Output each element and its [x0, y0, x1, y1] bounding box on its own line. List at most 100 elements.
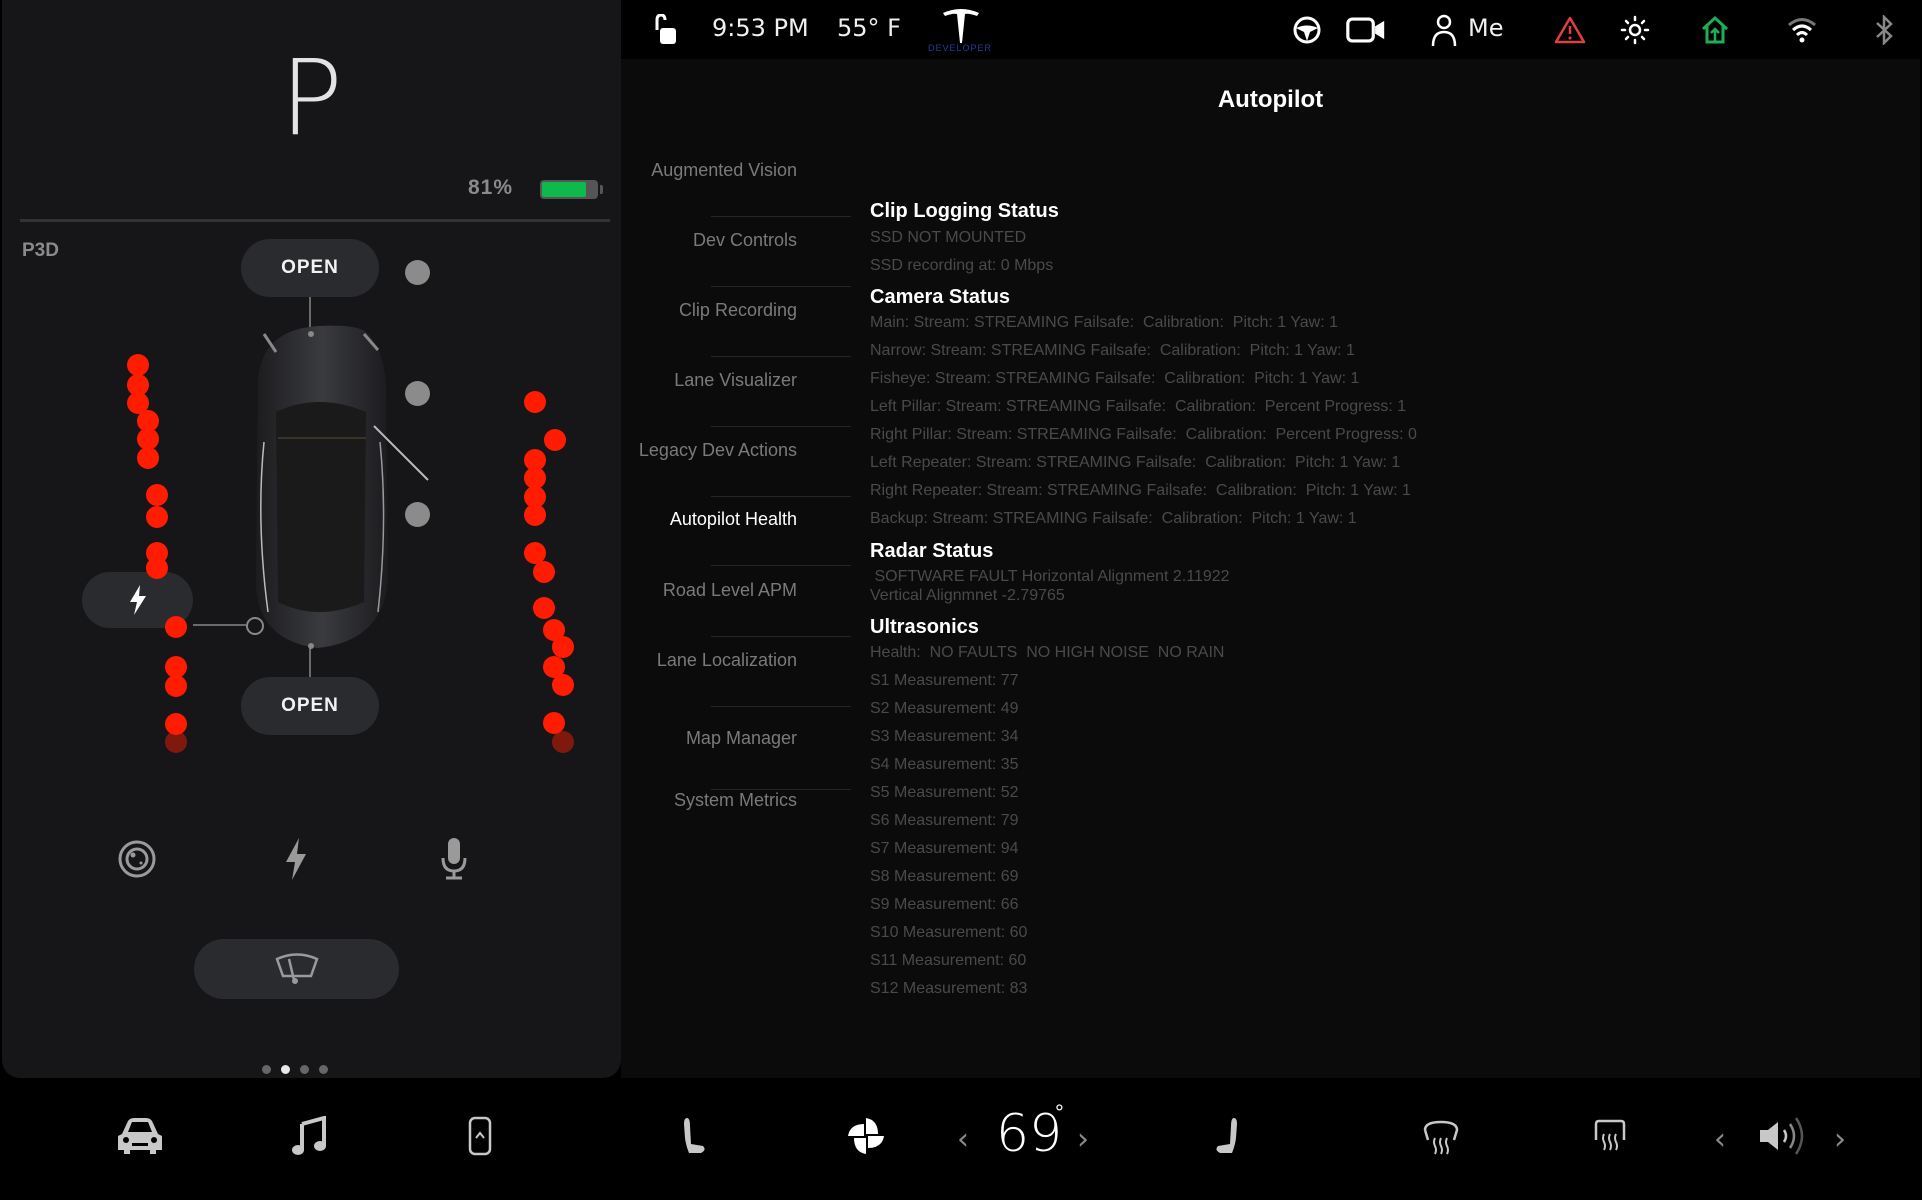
status-line: Right Repeater: Stream: STREAMING Failsa… — [870, 482, 1411, 499]
home-icon — [1701, 15, 1729, 44]
page-title: Autopilot — [1217, 86, 1324, 113]
media-button[interactable] — [280, 1106, 340, 1166]
sidebar-item-clip-recording[interactable]: Clip Recording — [621, 299, 797, 321]
vehicle-panel: P 81% P3D OPEN OPEN — [2, 0, 621, 1078]
chevron-up-box-icon — [468, 1116, 492, 1156]
proximity-dot — [552, 636, 574, 658]
open-frunk-button[interactable]: OPEN — [241, 239, 379, 297]
temp-up-button[interactable]: › — [1077, 1122, 1089, 1157]
page-dot[interactable] — [319, 1065, 328, 1074]
battery-percent: 81% — [467, 176, 513, 199]
climate-fan-button[interactable] — [836, 1106, 896, 1166]
unlocked-icon — [655, 14, 676, 44]
volume-up-button[interactable]: › — [1834, 1122, 1846, 1157]
nav-divider — [711, 426, 851, 427]
person-icon — [1431, 14, 1457, 46]
front-defrost-button[interactable] — [1411, 1106, 1471, 1166]
warning-icon — [1554, 16, 1586, 44]
status-line: Backup: Stream: STREAMING Failsafe: Cali… — [870, 510, 1357, 527]
proximity-dot — [165, 616, 187, 638]
dashcam-icon — [118, 840, 156, 878]
driver-seat-heater-button[interactable] — [666, 1106, 726, 1166]
proximity-dot — [524, 391, 546, 413]
lightning-icon — [129, 585, 146, 615]
page-dot[interactable] — [300, 1065, 309, 1074]
sidebar-item-legacy-dev-actions[interactable]: Legacy Dev Actions — [621, 439, 797, 461]
sidebar-item-map-manager[interactable]: Map Manager — [621, 727, 797, 749]
nav-divider — [711, 286, 851, 287]
status-line: SOFTWARE FAULT Horizontal Alignment 2.11… — [870, 568, 1230, 585]
wifi-status[interactable] — [1782, 10, 1822, 50]
sidebar-item-road-level-apm[interactable]: Road Level APM — [621, 579, 797, 601]
open-trunk-button[interactable]: OPEN — [241, 677, 379, 735]
sidebar-item-augmented-vision[interactable]: Augmented Vision — [621, 159, 797, 181]
proximity-dot — [146, 506, 168, 528]
proximity-dot — [533, 597, 555, 619]
page-dot[interactable] — [281, 1065, 290, 1074]
status-line: Right Pillar: Stream: STREAMING Failsafe… — [870, 426, 1417, 443]
developer-label: DEVELOPER — [928, 43, 993, 53]
dashcam-button[interactable] — [115, 837, 159, 881]
status-line: Left Repeater: Stream: STREAMING Failsaf… — [870, 454, 1401, 471]
section-title-clip-logging: Clip Logging Status — [870, 200, 1059, 222]
sidebar-item-lane-visualizer[interactable]: Lane Visualizer — [621, 369, 797, 391]
brightness-icon — [1620, 15, 1650, 45]
lock-button[interactable] — [645, 10, 685, 50]
battery-terminal — [600, 185, 603, 194]
sidebar-item-lane-localization[interactable]: Lane Localization — [621, 649, 797, 671]
nav-divider — [711, 496, 851, 497]
speaker-icon — [1760, 1117, 1804, 1155]
status-line: S6 Measurement: 79 — [870, 812, 1019, 829]
sidebar-item-system-metrics[interactable]: System Metrics — [621, 789, 797, 811]
volume-button[interactable] — [1752, 1106, 1812, 1166]
status-line: SSD recording at: 0 Mbps — [870, 257, 1054, 274]
proximity-dot — [137, 447, 159, 469]
steering-button[interactable] — [1287, 10, 1327, 50]
profile-button[interactable] — [1424, 10, 1464, 50]
status-line: S1 Measurement: 77 — [870, 672, 1019, 689]
charging-button[interactable] — [274, 837, 318, 881]
door-indicator-dot — [405, 502, 430, 527]
sidebar-item-autopilot-health[interactable]: Autopilot Health — [621, 508, 797, 530]
status-line: S10 Measurement: 60 — [870, 924, 1028, 941]
proximity-dot — [533, 561, 555, 583]
volume-down-button[interactable]: ‹ — [1714, 1122, 1726, 1157]
status-line: Left Pillar: Stream: STREAMING Failsafe:… — [870, 398, 1407, 415]
tesla-logo[interactable] — [941, 6, 981, 46]
temp-down-button[interactable]: ‹ — [957, 1122, 969, 1157]
page-dot[interactable] — [262, 1065, 271, 1074]
status-line: SSD NOT MOUNTED — [870, 229, 1027, 246]
car-top-view[interactable] — [238, 322, 438, 654]
wiper-button[interactable] — [194, 939, 399, 999]
status-line: S8 Measurement: 69 — [870, 868, 1019, 885]
door-indicator-dot — [405, 260, 430, 285]
display-brightness-button[interactable] — [1615, 10, 1655, 50]
profile-name[interactable]: Me — [1468, 14, 1503, 42]
passenger-seat-heater-button[interactable] — [1195, 1106, 1255, 1166]
status-line: Main: Stream: STREAMING Failsafe: Calibr… — [870, 314, 1339, 331]
bluetooth-button[interactable] — [1864, 10, 1904, 50]
alerts-button[interactable] — [1550, 10, 1590, 50]
car-controls-button[interactable] — [110, 1106, 170, 1166]
bottom-dock: ‹ 69 ° › ‹ › — [0, 1078, 1922, 1200]
door-indicator-dot — [405, 381, 430, 406]
nav-divider — [711, 565, 851, 566]
nav-divider — [711, 636, 851, 637]
status-bar: 9:53 PM 55° F DEVELOPER Me — [621, 0, 1922, 59]
car-icon — [118, 1118, 162, 1154]
proximity-dot — [146, 484, 168, 506]
rear-defrost-button[interactable] — [1580, 1106, 1640, 1166]
status-line: Fisheye: Stream: STREAMING Failsafe: Cal… — [870, 370, 1360, 387]
seat-left-icon — [684, 1118, 705, 1153]
homelink-button[interactable] — [1695, 10, 1735, 50]
nav-divider — [711, 356, 851, 357]
app-launcher-button[interactable] — [450, 1106, 510, 1166]
sidebar-item-dev-controls[interactable]: Dev Controls — [621, 229, 797, 251]
dashcam-status-button[interactable] — [1346, 10, 1386, 50]
status-line: Vertical Alignmnet -2.79765 — [870, 587, 1065, 604]
voice-button[interactable] — [432, 837, 476, 881]
vehicle-model: P3D — [22, 240, 59, 261]
section-title-radar: Radar Status — [870, 540, 994, 562]
proximity-dot — [146, 557, 168, 579]
proximity-dot — [165, 731, 187, 753]
